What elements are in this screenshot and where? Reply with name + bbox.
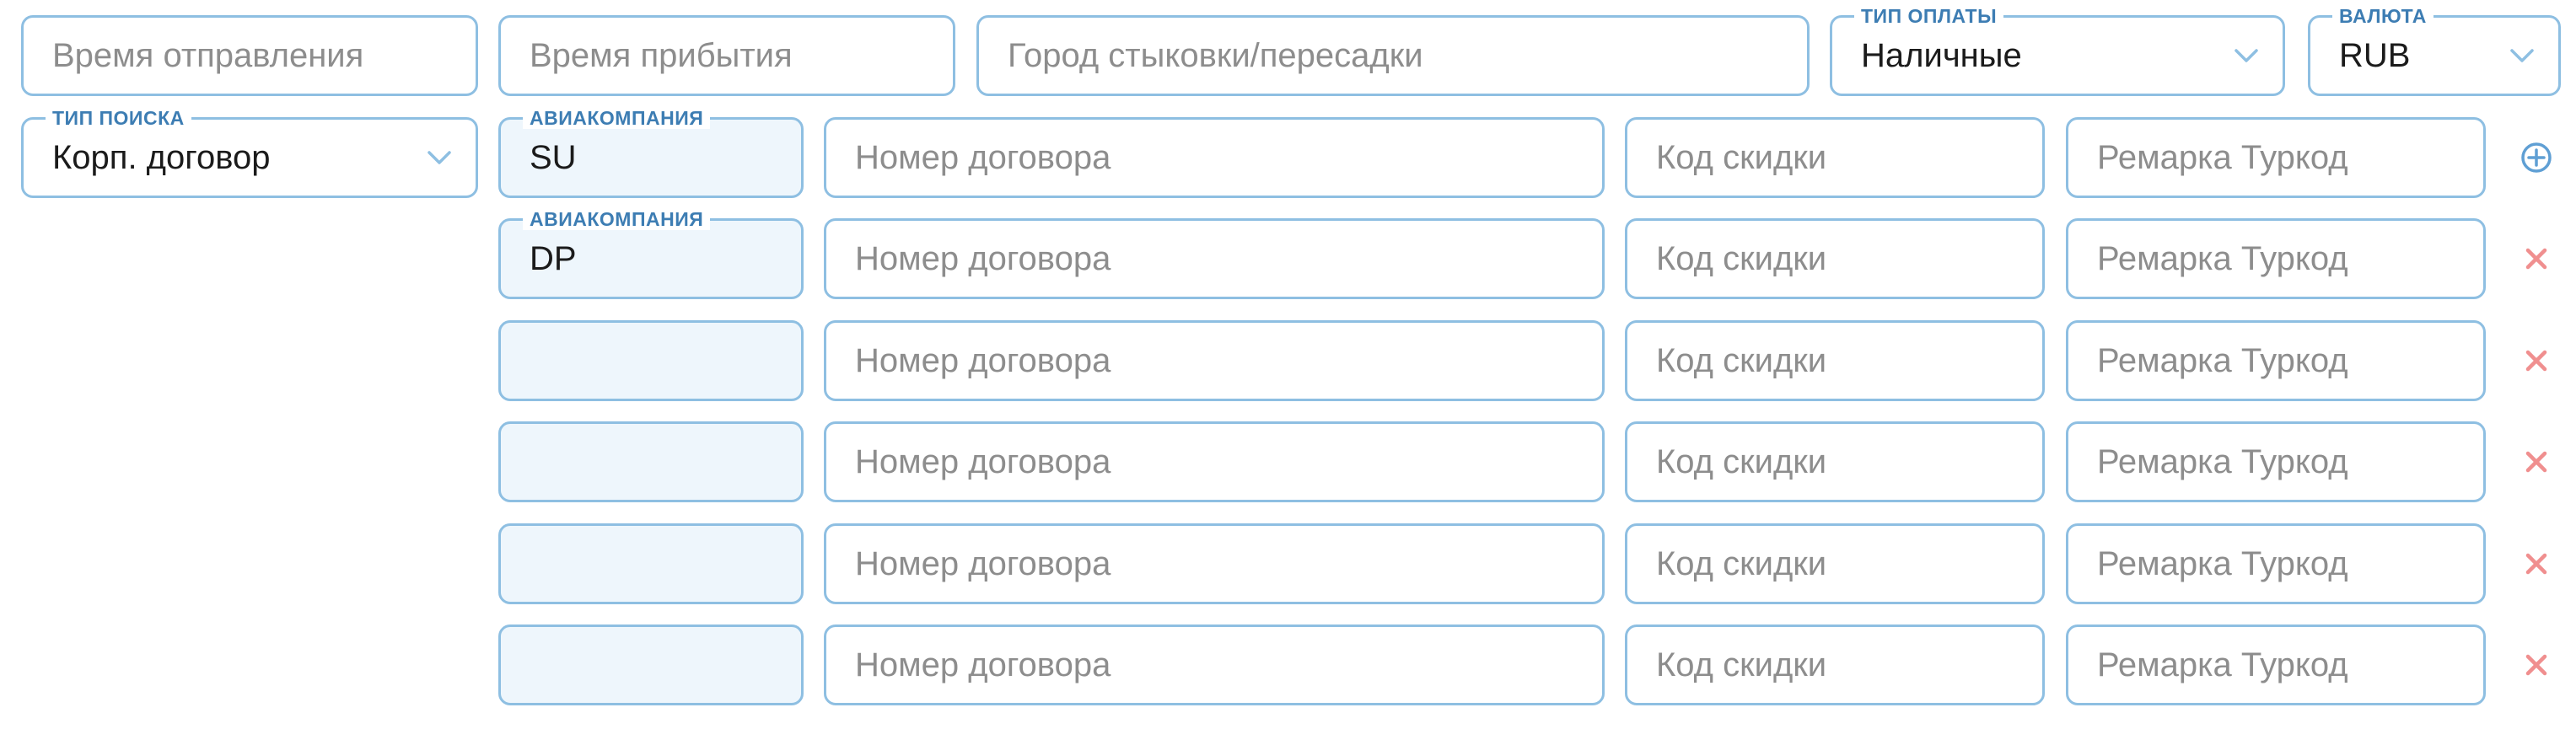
discount-code-input[interactable]	[1656, 424, 2025, 500]
discount-code-field[interactable]	[1625, 320, 2045, 401]
tourcode-remark-input[interactable]	[2097, 120, 2466, 196]
tourcode-remark-field[interactable]	[2066, 218, 2486, 299]
currency-select[interactable]: ВАЛЮТА RUB	[2308, 5, 2561, 96]
discount-code-input[interactable]	[1656, 120, 2025, 196]
contract-number-input[interactable]	[855, 526, 1585, 602]
discount-code-field[interactable]	[1625, 624, 2045, 705]
airline-input[interactable]	[530, 627, 784, 703]
airline-input[interactable]	[530, 526, 784, 602]
airline-input[interactable]	[530, 323, 784, 399]
arrival-time-input[interactable]	[530, 18, 936, 94]
tourcode-remark-field[interactable]	[2066, 421, 2486, 502]
payment-type-select[interactable]: ТИП ОПЛАТЫ Наличные	[1830, 5, 2285, 96]
contract-number-field[interactable]	[824, 624, 1605, 705]
tourcode-remark-field[interactable]	[2066, 117, 2486, 198]
contract-number-field[interactable]	[824, 117, 1605, 198]
discount-code-input[interactable]	[1656, 221, 2025, 297]
airline-field[interactable]	[498, 624, 804, 705]
arrival-time-field[interactable]	[498, 15, 955, 96]
contract-number-field[interactable]	[824, 421, 1605, 502]
airline-field[interactable]: АВИАКОМПАНИЯ	[498, 208, 804, 299]
tourcode-remark-field[interactable]	[2066, 320, 2486, 401]
add-circle-icon[interactable]	[2520, 141, 2553, 174]
discount-code-input[interactable]	[1656, 323, 2025, 399]
airline-input[interactable]	[530, 424, 784, 500]
search-type-select[interactable]: ТИП ПОИСКА Корп. договор	[21, 107, 478, 198]
remove-icon[interactable]	[2520, 547, 2553, 581]
chevron-down-icon[interactable]	[2234, 48, 2259, 63]
payment-type-value: Наличные	[1861, 36, 2022, 74]
chevron-down-icon[interactable]	[2509, 48, 2535, 63]
contract-number-input[interactable]	[855, 120, 1585, 196]
discount-code-field[interactable]	[1625, 523, 2045, 604]
departure-time-field[interactable]	[21, 15, 478, 96]
contract-number-input[interactable]	[855, 221, 1585, 297]
tourcode-remark-input[interactable]	[2097, 221, 2466, 297]
tourcode-remark-field[interactable]	[2066, 624, 2486, 705]
tourcode-remark-input[interactable]	[2097, 323, 2466, 399]
remove-icon[interactable]	[2520, 445, 2553, 479]
contract-number-input[interactable]	[855, 627, 1585, 703]
currency-value: RUB	[2339, 36, 2411, 74]
discount-code-field[interactable]	[1625, 218, 2045, 299]
tourcode-remark-input[interactable]	[2097, 627, 2466, 703]
tourcode-remark-field[interactable]	[2066, 523, 2486, 604]
airline-field[interactable]	[498, 523, 804, 604]
tourcode-remark-input[interactable]	[2097, 526, 2466, 602]
contract-number-input[interactable]	[855, 424, 1585, 500]
contract-number-field[interactable]	[824, 523, 1605, 604]
chevron-down-icon[interactable]	[427, 150, 452, 165]
remove-icon[interactable]	[2520, 344, 2553, 378]
connection-city-input[interactable]	[1008, 18, 1790, 94]
airline-field[interactable]	[498, 320, 804, 401]
airline-field[interactable]	[498, 421, 804, 502]
discount-code-input[interactable]	[1656, 627, 2025, 703]
search-type-value: Корп. договор	[52, 138, 271, 176]
remove-icon[interactable]	[2520, 648, 2553, 682]
discount-code-input[interactable]	[1656, 526, 2025, 602]
connection-city-field[interactable]	[976, 15, 1810, 96]
airline-field[interactable]: АВИАКОМПАНИЯ	[498, 107, 804, 198]
airline-input[interactable]	[530, 221, 784, 297]
contract-number-field[interactable]	[824, 218, 1605, 299]
departure-time-input[interactable]	[52, 18, 459, 94]
contract-number-field[interactable]	[824, 320, 1605, 401]
discount-code-field[interactable]	[1625, 117, 2045, 198]
contract-number-input[interactable]	[855, 323, 1585, 399]
remove-icon[interactable]	[2520, 242, 2553, 276]
tourcode-remark-input[interactable]	[2097, 424, 2466, 500]
discount-code-field[interactable]	[1625, 421, 2045, 502]
airline-input[interactable]	[530, 120, 784, 196]
